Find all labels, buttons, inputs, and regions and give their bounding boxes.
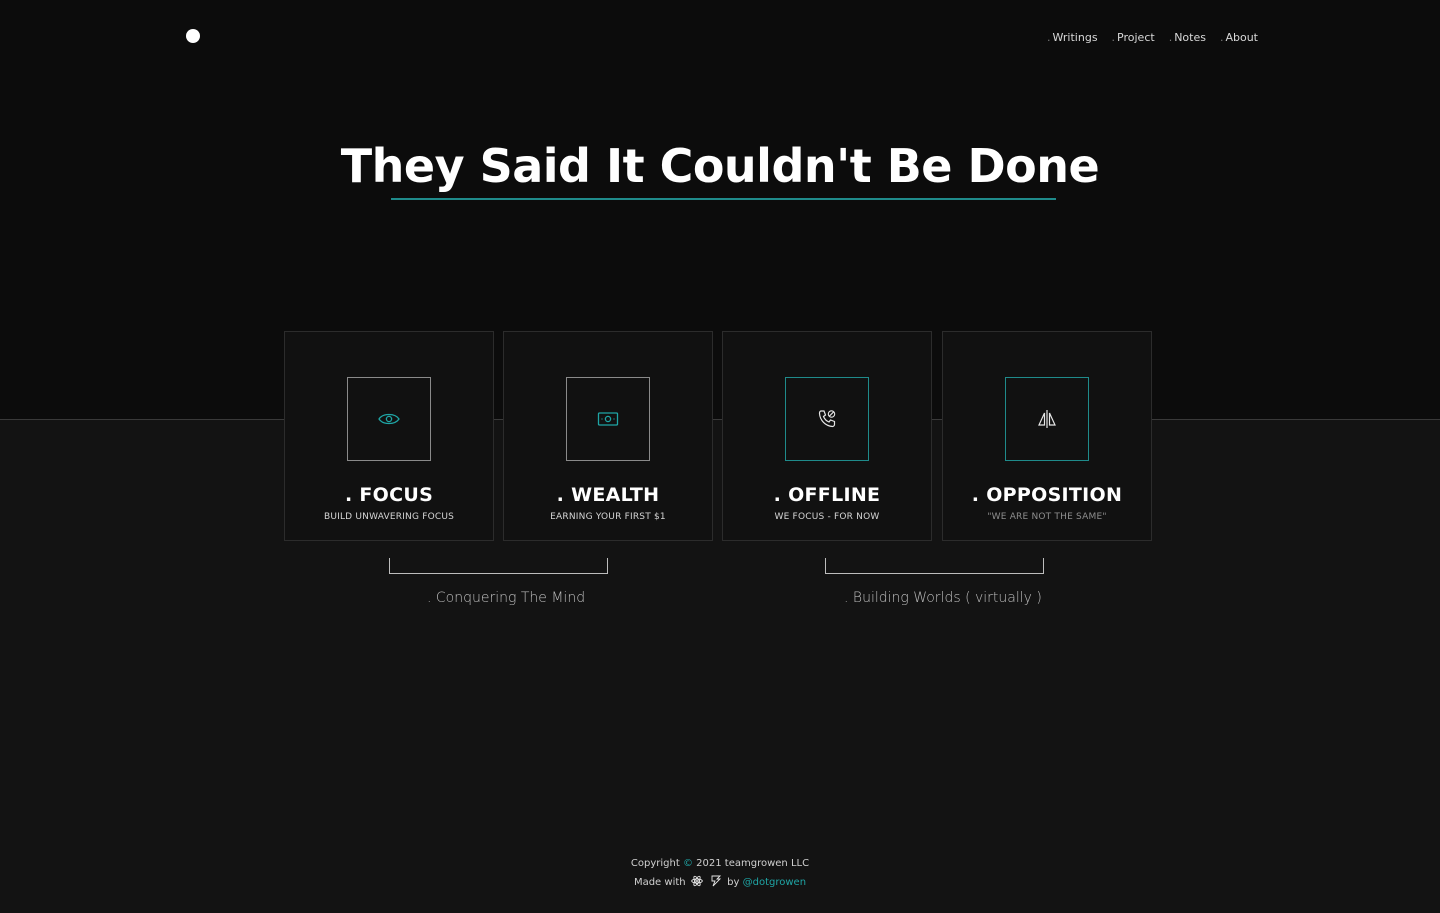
phone-off-icon xyxy=(818,410,836,428)
card-offline[interactable]: . OFFLINE WE FOCUS - FOR NOW xyxy=(722,331,932,541)
card-icon-box xyxy=(785,377,869,461)
cash-icon xyxy=(597,412,619,426)
page-title: They Said It Couldn't Be Done xyxy=(340,139,1100,193)
nav-item-project[interactable]: . Project xyxy=(1112,31,1155,44)
footer: Copyright © 2021 teamgrowen LLC Made wit… xyxy=(0,854,1440,892)
nav-item-notes[interactable]: . Notes xyxy=(1169,31,1206,44)
group-label-mind: . Conquering The Mind xyxy=(427,590,586,606)
nav-item-about[interactable]: . About xyxy=(1220,31,1258,44)
group-bracket-worlds xyxy=(825,558,1044,574)
title-underline xyxy=(391,198,1056,200)
card-opposition[interactable]: . OPPOSITION "WE ARE NOT THE SAME" xyxy=(942,331,1152,541)
copyright-line: Copyright © 2021 teamgrowen LLC xyxy=(630,858,810,869)
group-bracket-mind xyxy=(389,558,608,574)
card-icon-box xyxy=(566,377,650,461)
card-title: . FOCUS xyxy=(344,484,434,506)
made-with-line: Made with by @dotgrowen xyxy=(633,875,807,888)
card-title: . WEALTH xyxy=(556,484,660,506)
hero: They Said It Couldn't Be Done xyxy=(0,136,1440,196)
card-icon-box xyxy=(347,377,431,461)
flip-icon xyxy=(1038,410,1056,428)
card-title: . OPPOSITION xyxy=(971,484,1123,506)
copyright-symbol: © xyxy=(682,858,693,869)
card-icon-box xyxy=(1005,377,1089,461)
card-focus[interactable]: . FOCUS BUILD UNWAVERING FOCUS xyxy=(284,331,494,541)
card-wealth[interactable]: . WEALTH EARNING YOUR FIRST $1 xyxy=(503,331,713,541)
card-title: . OFFLINE xyxy=(773,484,881,506)
logo-dot[interactable] xyxy=(186,29,200,43)
gatsby-icon xyxy=(711,875,722,887)
author-handle-link[interactable]: @dotgrowen xyxy=(743,877,806,888)
react-icon xyxy=(691,875,703,887)
group-label-worlds: . Building Worlds ( virtually ) xyxy=(844,590,1042,606)
card-subtitle: WE FOCUS - FOR NOW xyxy=(774,512,880,522)
card-subtitle: EARNING YOUR FIRST $1 xyxy=(550,512,666,522)
top-nav: . Writings . Project . Notes . About xyxy=(1047,31,1258,44)
nav-item-writings[interactable]: . Writings xyxy=(1047,31,1098,44)
card-grid: . FOCUS BUILD UNWAVERING FOCUS . WEALTH … xyxy=(284,331,1152,541)
eye-icon xyxy=(378,413,400,425)
card-subtitle: BUILD UNWAVERING FOCUS xyxy=(323,512,455,522)
card-subtitle: "WE ARE NOT THE SAME" xyxy=(987,512,1107,522)
